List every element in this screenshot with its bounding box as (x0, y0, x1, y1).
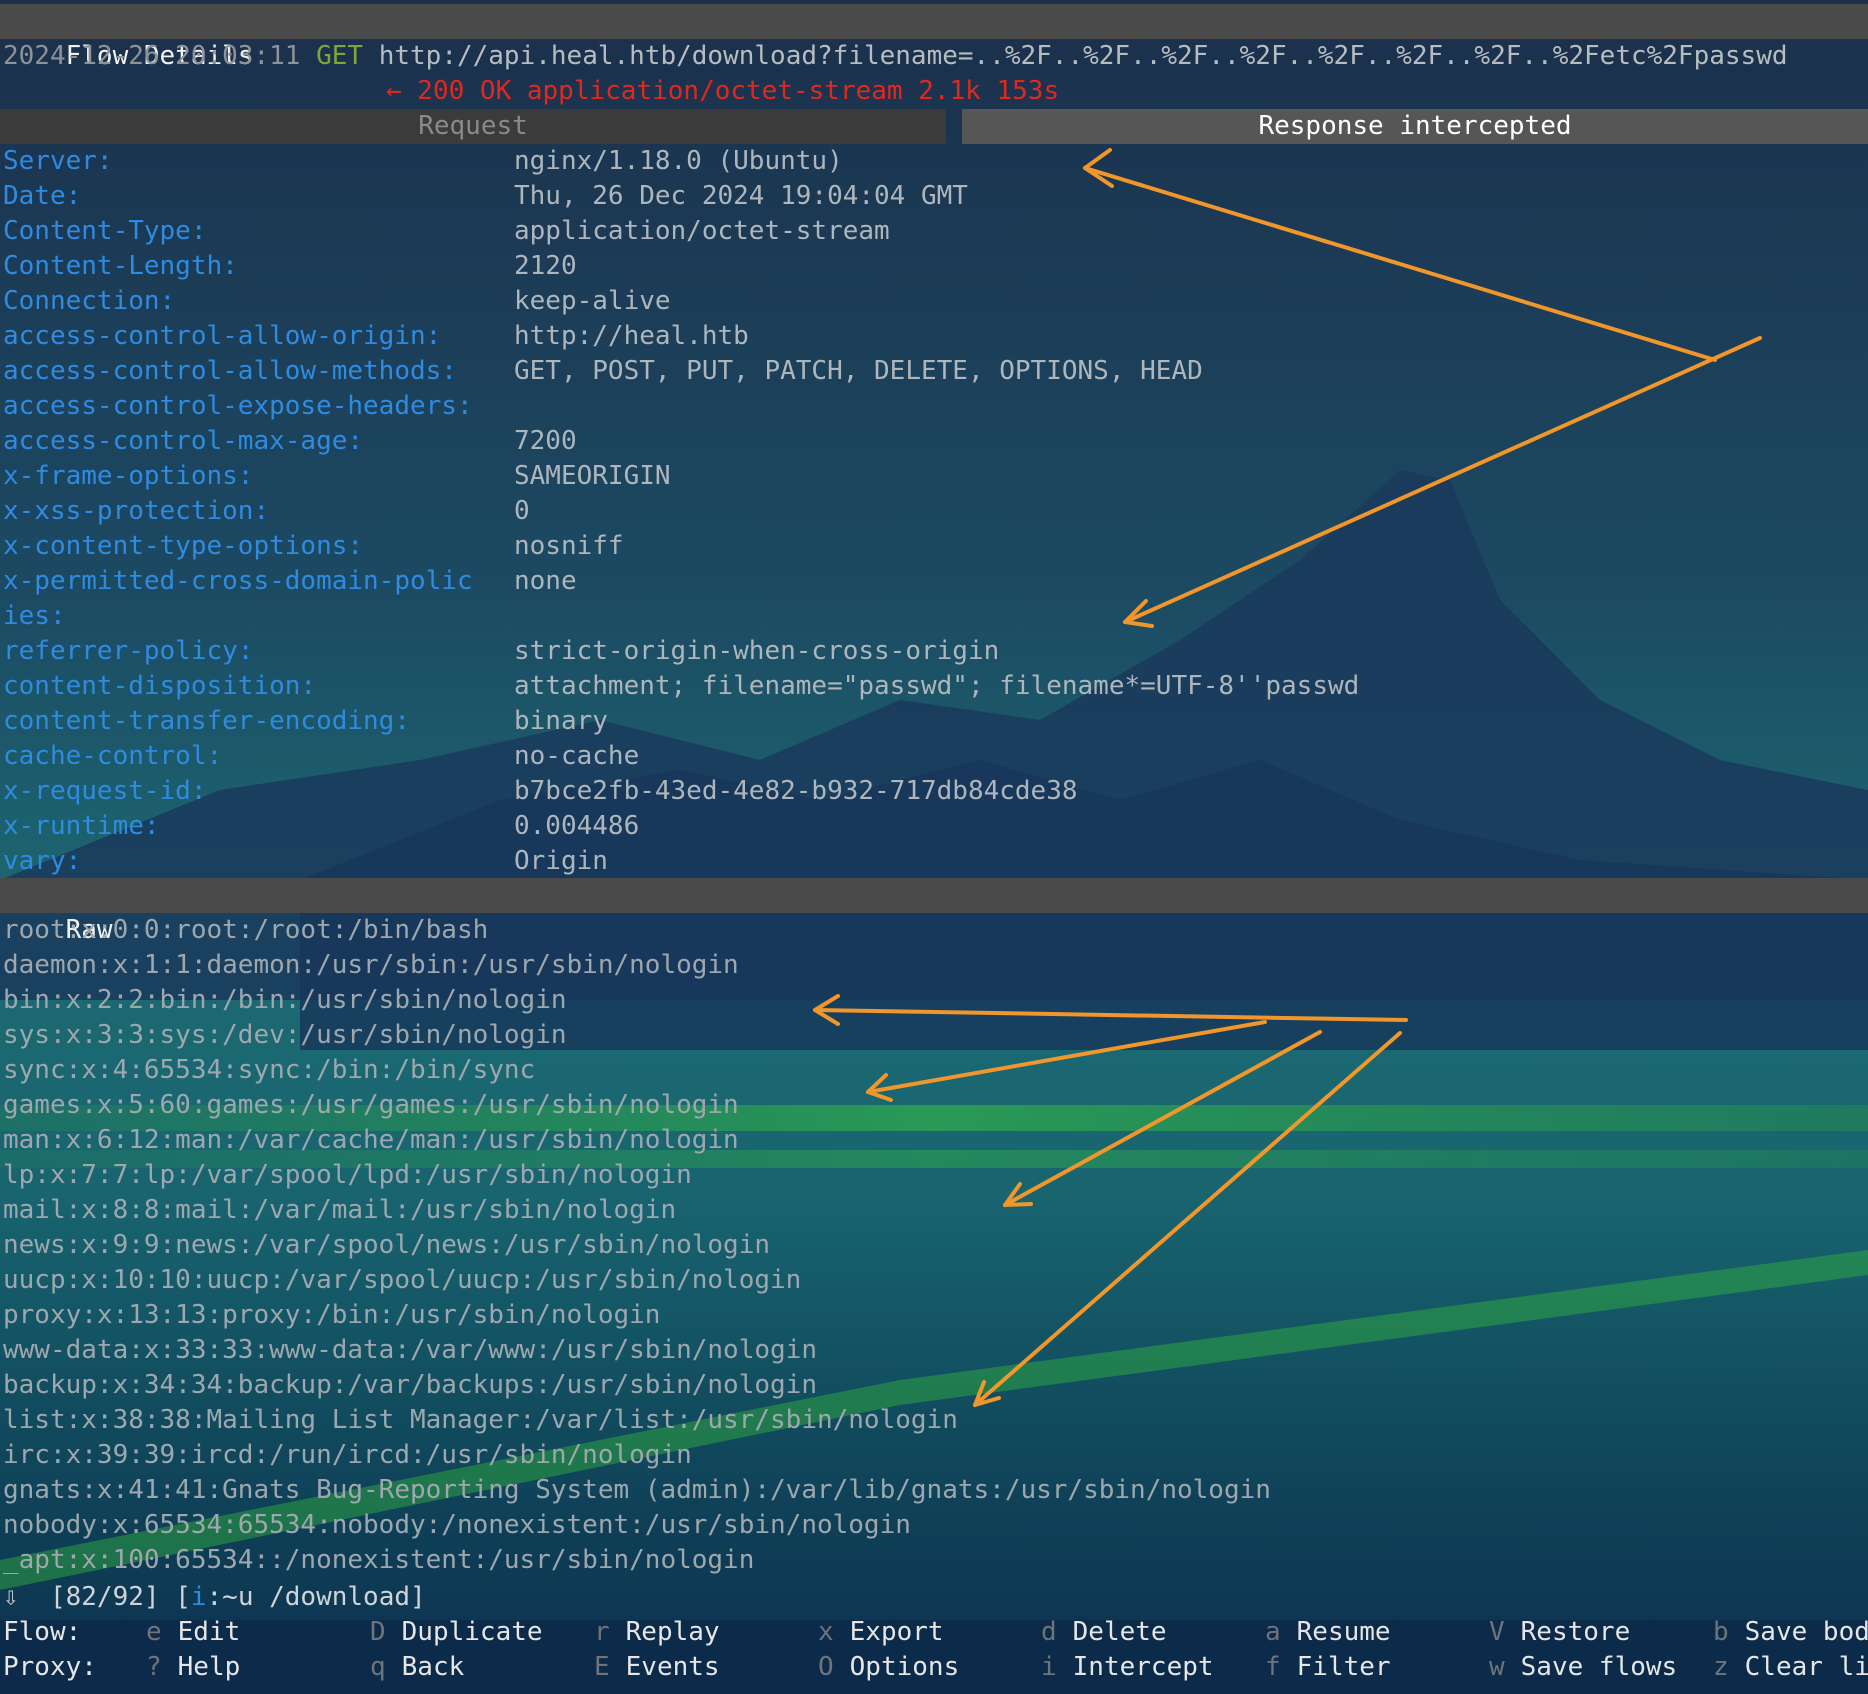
annotation-arrows (813, 148, 1762, 1407)
arrow-to-server-header (1083, 166, 1717, 362)
arrow-to-games-line (866, 1020, 1267, 1094)
arrow-to-list-line (973, 1031, 1402, 1407)
arrow-to-headers-middle (1123, 336, 1762, 624)
arrow-to-bin-line (813, 1008, 1408, 1022)
